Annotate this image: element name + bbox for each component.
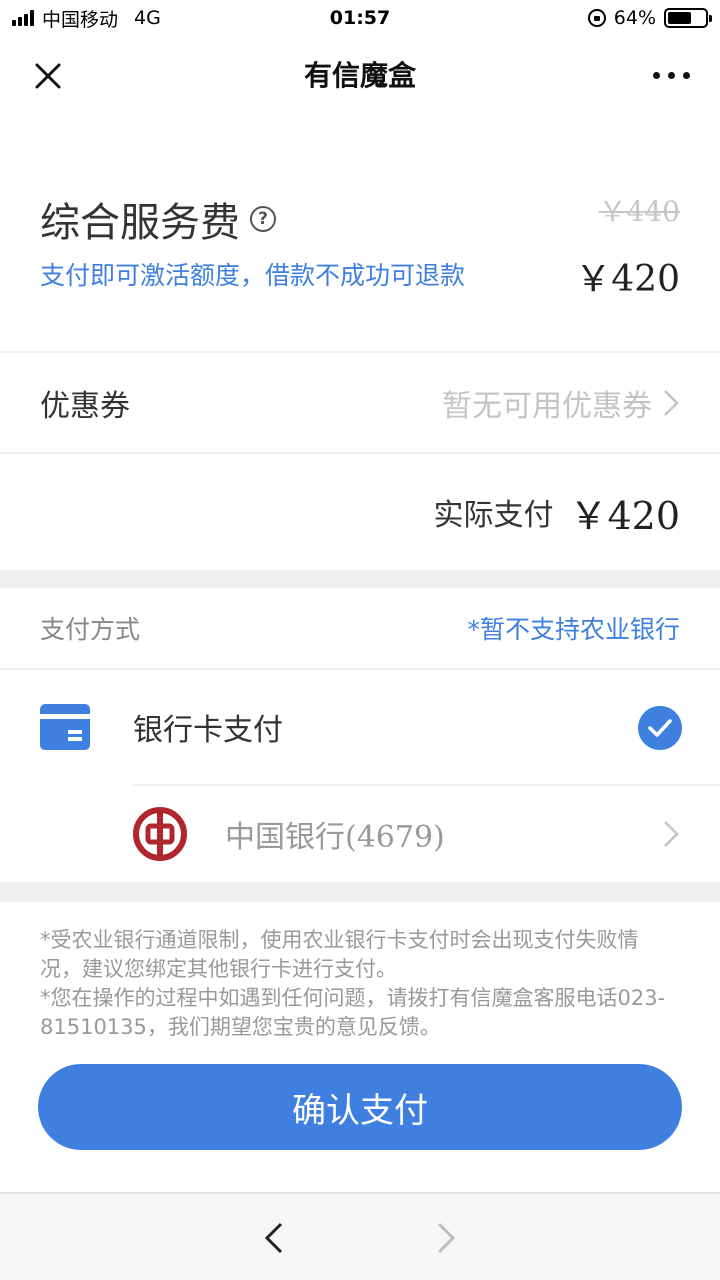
divider [0, 351, 720, 353]
bank-card-icon [40, 704, 90, 750]
bank-name: 中国银行 [225, 820, 345, 855]
battery-icon [664, 8, 712, 28]
section-separator [0, 570, 720, 588]
browser-toolbar [0, 1192, 720, 1280]
payment-method-title: 支付方式 [40, 615, 141, 644]
battery-fill [668, 12, 692, 24]
note-bank-restriction: *受农业银行通道限制，使用农业银行卡支付时会出现支付失败情况，建议您绑定其他银行… [40, 928, 639, 981]
coupon-value: 暂无可用优惠券 [442, 389, 652, 424]
status-left: 中国移动 4G [12, 5, 161, 32]
fee-title-group: 综合服务费 ? [40, 190, 276, 248]
chevron-right-icon [664, 390, 679, 416]
payment-method-note: *暂不支持农业银行 [467, 615, 680, 644]
card-suffix: (4679) [345, 820, 445, 855]
fee-section: 综合服务费 ? ￥440 支付即可激活额度，借款不成功可退款 ￥420 [0, 112, 720, 352]
section-separator [0, 882, 720, 902]
payment-method-header: 支付方式 *暂不支持农业银行 [0, 588, 720, 668]
note-customer-service: *您在操作的过程中如遇到任何问题，请拨打有信魔盒客服电话023-81510135… [40, 986, 666, 1039]
chevron-right-icon [664, 821, 679, 847]
coupon-label: 优惠券 [40, 389, 130, 424]
actual-payment-price: ￥420 [569, 493, 680, 538]
network-type: 4G [134, 7, 161, 29]
actual-payment-row: 实际支付 ￥420 [0, 454, 720, 570]
carrier-name: 中国移动 [42, 8, 119, 31]
bank-of-china-logo-icon [133, 807, 187, 861]
fee-price: ￥420 [575, 259, 680, 300]
coupon-row[interactable]: 优惠券 暂无可用优惠券 [0, 354, 720, 452]
signal-icon [12, 10, 34, 26]
status-bar: 中国移动 4G 01:57 64% [0, 0, 720, 36]
confirm-payment-button[interactable]: 确认支付 [38, 1064, 682, 1150]
payment-notes: *受农业银行通道限制，使用农业银行卡支付时会出现支付失败情况，建议您绑定其他银行… [40, 926, 680, 1042]
forward-arrow-icon[interactable] [434, 1220, 458, 1256]
original-price: ￥440 [598, 195, 680, 228]
fee-description: 支付即可激活额度，借款不成功可退款 [40, 261, 466, 290]
check-icon[interactable] [638, 706, 682, 750]
bankcard-payment-option[interactable]: 银行卡支付 [0, 670, 720, 784]
back-arrow-icon[interactable] [262, 1220, 286, 1256]
payment-page: 中国移动 4G 01:57 64% 有信魔盒 综合服务费 ? ￥440 支付即可… [0, 0, 720, 1280]
bankcard-payment-label: 银行卡支付 [133, 713, 283, 748]
close-icon[interactable] [28, 56, 68, 96]
help-icon[interactable]: ? [250, 206, 276, 232]
actual-payment-label: 实际支付 [433, 498, 554, 533]
status-right: 64% [587, 7, 712, 29]
bank-name-group: 中国银行(4679) [225, 812, 445, 856]
selected-bank-card[interactable]: 中国银行(4679) [0, 786, 720, 882]
coupon-value-group: 暂无可用优惠券 [442, 381, 680, 425]
rotation-lock-icon [587, 9, 606, 27]
nav-bar: 有信魔盒 [0, 36, 720, 112]
more-icon[interactable] [653, 72, 690, 79]
battery-percent: 64% [613, 7, 656, 29]
fee-title: 综合服务费 [40, 200, 240, 246]
page-title: 有信魔盒 [303, 59, 416, 92]
